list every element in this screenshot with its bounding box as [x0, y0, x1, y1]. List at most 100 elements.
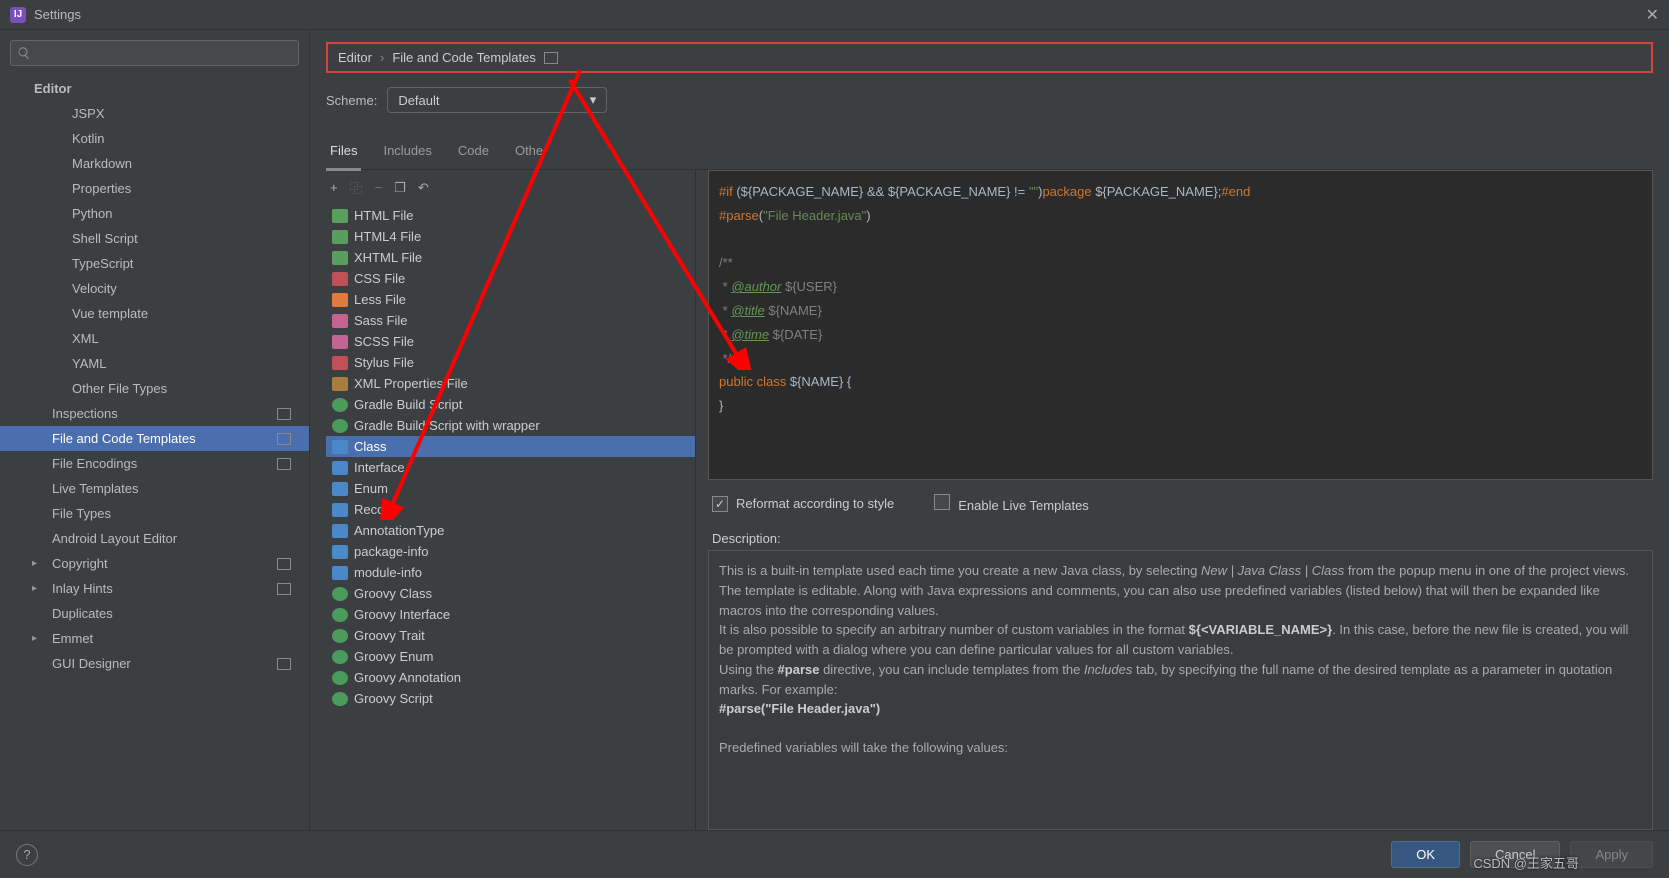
- sidebar-item[interactable]: Other File Types: [0, 376, 309, 401]
- undo-icon[interactable]: ↶: [418, 180, 429, 196]
- template-item[interactable]: Groovy Annotation: [326, 667, 695, 688]
- template-item-label: XML Properties File: [354, 376, 468, 391]
- template-item[interactable]: Groovy Script: [326, 688, 695, 709]
- copy-template-icon[interactable]: ⿻: [350, 178, 363, 197]
- sidebar-item-label: Markdown: [72, 156, 132, 171]
- file-type-icon: [332, 503, 348, 517]
- template-item[interactable]: XML Properties File: [326, 373, 695, 394]
- sidebar-item[interactable]: ▸Copyright: [0, 551, 309, 576]
- template-item[interactable]: package-info: [326, 541, 695, 562]
- help-button[interactable]: ?: [16, 844, 38, 866]
- sidebar-item[interactable]: File and Code Templates: [0, 426, 309, 451]
- ok-button[interactable]: OK: [1391, 841, 1460, 868]
- sidebar-item[interactable]: File Encodings: [0, 451, 309, 476]
- sidebar-item[interactable]: TypeScript: [0, 251, 309, 276]
- template-item-label: AnnotationType: [354, 523, 444, 538]
- template-item[interactable]: module-info: [326, 562, 695, 583]
- search-input[interactable]: [10, 40, 299, 66]
- sidebar-item[interactable]: File Types: [0, 501, 309, 526]
- template-item[interactable]: Less File: [326, 289, 695, 310]
- sidebar-item[interactable]: ▸Inlay Hints: [0, 576, 309, 601]
- sidebar-item[interactable]: Markdown: [0, 151, 309, 176]
- sidebar-item-label: JSPX: [72, 106, 105, 121]
- template-editor[interactable]: #if (${PACKAGE_NAME} && ${PACKAGE_NAME} …: [708, 170, 1653, 480]
- file-type-icon: [332, 587, 348, 601]
- template-item-label: Enum: [354, 481, 388, 496]
- template-item[interactable]: Groovy Enum: [326, 646, 695, 667]
- file-type-icon: [332, 461, 348, 475]
- file-type-icon: [332, 272, 348, 286]
- file-type-icon: [332, 209, 348, 223]
- sidebar-item-label: Shell Script: [72, 231, 138, 246]
- template-item[interactable]: CSS File: [326, 268, 695, 289]
- template-item[interactable]: AnnotationType: [326, 520, 695, 541]
- sidebar-item[interactable]: Inspections: [0, 401, 309, 426]
- sidebar-item-label: File and Code Templates: [52, 431, 196, 446]
- template-item[interactable]: SCSS File: [326, 331, 695, 352]
- scheme-select[interactable]: Default ▾: [387, 87, 607, 113]
- scheme-value: Default: [398, 93, 439, 108]
- template-item-label: Gradle Build Script with wrapper: [354, 418, 540, 433]
- template-item-label: Gradle Build Script: [354, 397, 462, 412]
- template-item-label: HTML File: [354, 208, 413, 223]
- sidebar-item[interactable]: Shell Script: [0, 226, 309, 251]
- tab-files[interactable]: Files: [326, 137, 361, 171]
- tab-includes[interactable]: Includes: [379, 137, 435, 169]
- template-item[interactable]: Class: [326, 436, 695, 457]
- sidebar-item-label: Emmet: [52, 631, 93, 646]
- breadcrumb-part[interactable]: File and Code Templates: [392, 50, 536, 65]
- file-type-icon: [332, 608, 348, 622]
- file-type-icon: [332, 419, 348, 433]
- sidebar-item[interactable]: JSPX: [0, 101, 309, 126]
- reformat-checkbox[interactable]: Reformat according to style: [712, 496, 894, 512]
- list-toolbar: + ⿻ − ❐ ↶: [326, 170, 695, 205]
- template-item[interactable]: Groovy Interface: [326, 604, 695, 625]
- sidebar-item[interactable]: Properties: [0, 176, 309, 201]
- sidebar-item[interactable]: Vue template: [0, 301, 309, 326]
- sidebar-item[interactable]: Live Templates: [0, 476, 309, 501]
- live-templates-checkbox[interactable]: Enable Live Templates: [934, 494, 1089, 513]
- remove-icon[interactable]: −: [375, 180, 383, 195]
- sidebar-item[interactable]: Kotlin: [0, 126, 309, 151]
- sidebar-item[interactable]: Duplicates: [0, 601, 309, 626]
- template-item[interactable]: Sass File: [326, 310, 695, 331]
- template-item-label: HTML4 File: [354, 229, 421, 244]
- template-item-label: Interface: [354, 460, 405, 475]
- breadcrumb-part[interactable]: Editor: [338, 50, 372, 65]
- sidebar-item[interactable]: ▸Emmet: [0, 626, 309, 651]
- apply-button[interactable]: Apply: [1570, 841, 1653, 868]
- template-item-label: Class: [354, 439, 387, 454]
- add-icon[interactable]: +: [330, 180, 338, 195]
- template-item[interactable]: Record: [326, 499, 695, 520]
- template-item[interactable]: Gradle Build Script: [326, 394, 695, 415]
- template-item-label: SCSS File: [354, 334, 414, 349]
- sidebar-item[interactable]: Python: [0, 201, 309, 226]
- template-item[interactable]: Interface: [326, 457, 695, 478]
- description-box: This is a built-in template used each ti…: [708, 550, 1653, 830]
- sidebar-item-label: File Encodings: [52, 456, 137, 471]
- sidebar-item[interactable]: Velocity: [0, 276, 309, 301]
- close-icon[interactable]: ✕: [1646, 5, 1659, 25]
- sidebar-item[interactable]: Android Layout Editor: [0, 526, 309, 551]
- tab-other[interactable]: Other: [511, 137, 552, 169]
- project-scope-icon: [277, 408, 291, 420]
- project-scope-icon: [277, 583, 291, 595]
- description-label: Description:: [712, 531, 1649, 546]
- sidebar-item[interactable]: GUI Designer: [0, 651, 309, 676]
- sidebar-item[interactable]: YAML: [0, 351, 309, 376]
- template-item[interactable]: Gradle Build Script with wrapper: [326, 415, 695, 436]
- sidebar-item[interactable]: Editor: [0, 76, 309, 101]
- template-item[interactable]: HTML File: [326, 205, 695, 226]
- template-item[interactable]: Enum: [326, 478, 695, 499]
- sidebar-item[interactable]: XML: [0, 326, 309, 351]
- file-type-icon: [332, 629, 348, 643]
- template-item[interactable]: Groovy Trait: [326, 625, 695, 646]
- file-type-icon: [332, 314, 348, 328]
- copy-icon[interactable]: ❐: [394, 180, 406, 196]
- template-item-label: Groovy Trait: [354, 628, 425, 643]
- template-item[interactable]: HTML4 File: [326, 226, 695, 247]
- template-item[interactable]: XHTML File: [326, 247, 695, 268]
- template-item[interactable]: Groovy Class: [326, 583, 695, 604]
- template-item[interactable]: Stylus File: [326, 352, 695, 373]
- tab-code[interactable]: Code: [454, 137, 493, 169]
